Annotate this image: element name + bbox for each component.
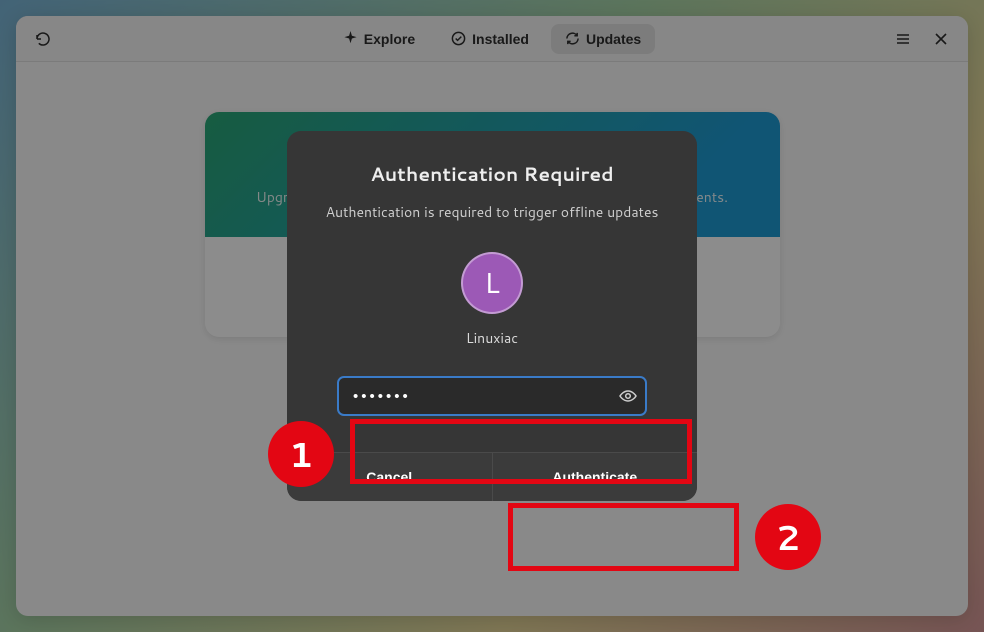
dialog-title: Authentication Required [370, 161, 613, 188]
username-label: Linuxiac [466, 328, 518, 348]
password-field-wrap [337, 376, 647, 416]
auth-dialog: Authentication Required Authentication i… [287, 131, 697, 501]
avatar-initial: L [484, 263, 500, 303]
eye-icon [619, 387, 637, 405]
dialog-body: Authentication Required Authentication i… [287, 131, 697, 452]
dialog-subtitle: Authentication is required to trigger of… [326, 202, 659, 222]
modal-overlay: Authentication Required Authentication i… [0, 0, 984, 632]
avatar: L [461, 252, 523, 314]
annotation-marker-1: 1 [268, 421, 334, 487]
authenticate-button[interactable]: Authenticate [493, 453, 698, 501]
dialog-actions: Cancel Authenticate [287, 452, 697, 501]
reveal-password-button[interactable] [619, 387, 637, 405]
annotation-marker-2: 2 [755, 504, 821, 570]
password-input[interactable] [337, 376, 647, 416]
